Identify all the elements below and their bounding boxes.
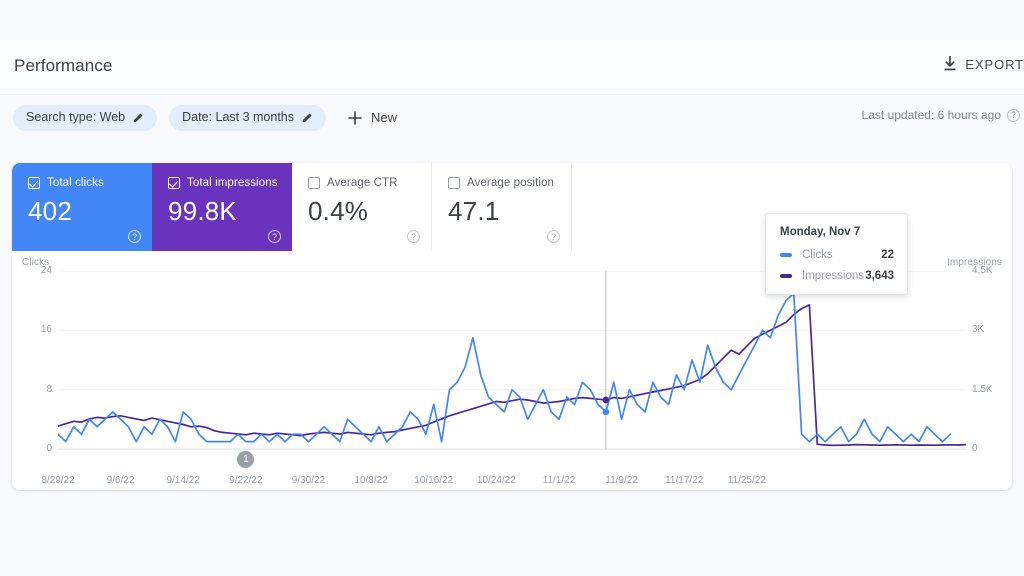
x-axis-tick: 9/30/22 [291, 475, 326, 486]
filter-chip-search-type[interactable]: Search type: Web [13, 104, 158, 131]
y-axis-left-tick: 24 [40, 265, 52, 276]
filter-chip-date-label: Date: Last 3 months [182, 110, 295, 124]
export-button[interactable]: EXPORT [943, 55, 1024, 72]
metric-tile-total-clicks[interactable]: Total clicks 402 ? [12, 163, 152, 251]
last-updated-label: Last updated: 6 hours ago [861, 108, 1001, 122]
new-filter-label: New [371, 110, 398, 125]
annotation-marker[interactable]: 1 [237, 451, 255, 468]
tooltip-row-clicks: Clicks 22 [780, 249, 894, 261]
help-icon[interactable]: ? [1007, 108, 1020, 122]
x-axis-tick: 11/9/22 [605, 475, 638, 486]
new-filter-button[interactable]: New [342, 106, 403, 129]
y-axis-right-tick: 0 [972, 443, 978, 454]
help-icon[interactable]: ? [128, 230, 141, 243]
clicks-color-swatch [780, 253, 792, 257]
x-axis-tick: 11/25/22 [727, 475, 766, 486]
y-axis-left-tick: 8 [46, 383, 52, 395]
x-axis-tick: 11/17/22 [665, 475, 704, 486]
metric-label: Total impressions [187, 177, 278, 189]
tooltip-series-value: 22 [881, 249, 894, 261]
tooltip-date: Monday, Nov 7 [780, 226, 861, 238]
y-axis-right-tick: 4.5K [972, 265, 993, 276]
x-axis-tick: 9/22/22 [229, 475, 263, 486]
x-axis-tick: 10/16/22 [414, 475, 454, 486]
last-updated: Last updated: 6 hours ago ? [862, 108, 1020, 122]
metric-value: 47.1 [448, 196, 500, 226]
checkbox-average-ctr[interactable] [308, 177, 320, 189]
export-label: EXPORT [965, 56, 1024, 72]
pencil-icon [133, 112, 144, 123]
x-axis-tick: 9/14/22 [166, 475, 200, 486]
metric-tile-total-impressions[interactable]: Total impressions 99.8K ? [152, 163, 292, 251]
metric-label: Total clicks [47, 177, 104, 189]
tooltip-series-label: Clicks [802, 249, 833, 261]
y-axis-right-tick: 3K [972, 324, 985, 336]
help-icon[interactable]: ? [407, 230, 420, 243]
download-icon [943, 55, 957, 72]
tooltip-series-label: Impressions [802, 270, 864, 282]
x-axis-tick: 8/29/22 [41, 475, 75, 486]
app-header: Performance [0, 40, 1024, 92]
checkbox-total-impressions[interactable] [168, 177, 180, 189]
pencil-icon [302, 112, 313, 123]
x-axis-tick: 9/6/22 [106, 475, 135, 486]
metric-label: Average CTR [327, 177, 398, 189]
chart-plot-area[interactable] [58, 271, 966, 450]
metric-tile-average-ctr[interactable]: Average CTR 0.4% ? [292, 163, 432, 251]
impressions-color-swatch [780, 274, 792, 278]
tooltip-row-impressions: Impressions 3,643 [780, 270, 894, 282]
tooltip-series-value: 3,643 [865, 270, 894, 282]
y-axis-right-tick: 1.5K [972, 383, 993, 395]
metric-value: 402 [28, 196, 72, 226]
plus-icon [348, 110, 362, 125]
help-icon[interactable]: ? [268, 230, 281, 243]
metric-tile-average-position[interactable]: Average position 47.1 ? [432, 163, 572, 251]
y-axis-left-tick: 0 [46, 443, 52, 454]
metric-value: 99.8K [168, 196, 237, 226]
x-axis-tick: 11/1/22 [542, 475, 576, 486]
page-title: Performance [14, 56, 113, 75]
help-icon[interactable]: ? [547, 230, 560, 243]
metric-value: 0.4% [308, 196, 369, 226]
filter-chip-search-type-label: Search type: Web [26, 110, 126, 124]
x-axis-tick: 10/24/22 [476, 475, 516, 486]
filter-chip-date[interactable]: Date: Last 3 months [169, 104, 327, 131]
y-axis-left-tick: 16 [40, 324, 52, 336]
x-axis-tick: 10/8/22 [354, 475, 388, 486]
chart-tooltip: Monday, Nov 7 Clicks 22 Impressions 3,64… [765, 213, 908, 295]
metric-label: Average position [467, 177, 555, 189]
checkbox-average-position[interactable] [448, 177, 460, 189]
checkbox-total-clicks[interactable] [28, 177, 40, 189]
